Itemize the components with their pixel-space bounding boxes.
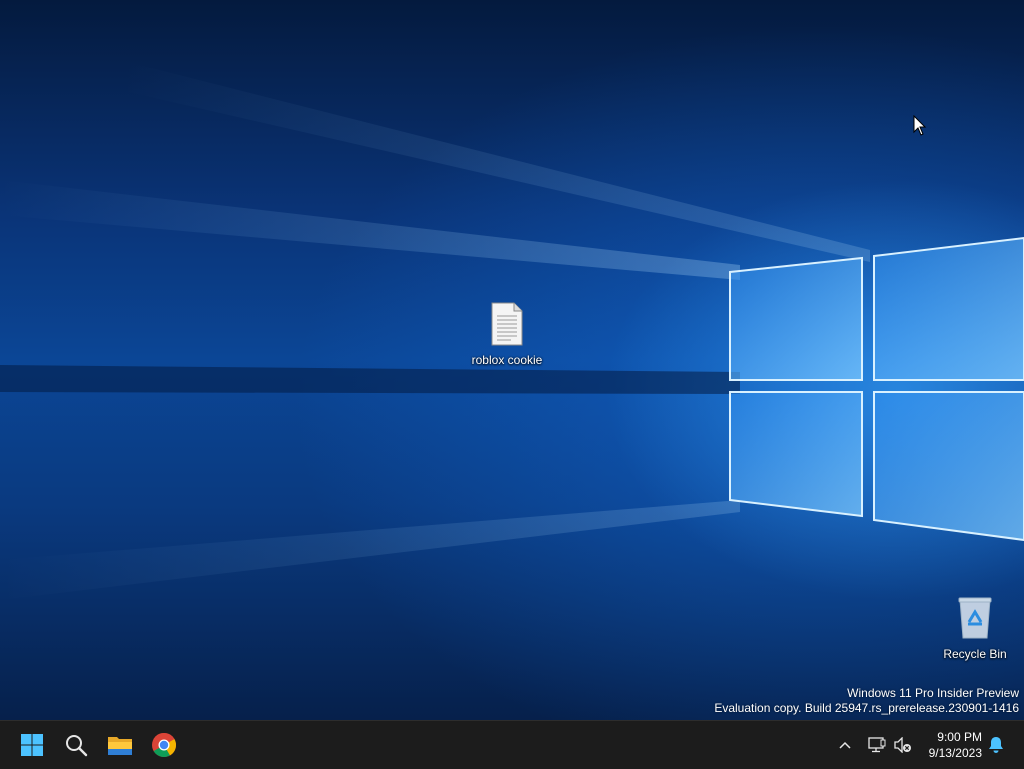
network-icon: [868, 737, 886, 753]
volume-button[interactable]: [892, 721, 914, 769]
clock[interactable]: 9:00 PM 9/13/2023: [929, 729, 982, 761]
desktop-icon-label: roblox cookie: [471, 353, 543, 367]
search-icon: [66, 735, 88, 757]
network-status-button[interactable]: [866, 721, 888, 769]
desktop-icon-label: Recycle Bin: [943, 647, 1007, 661]
volume-muted-icon: [894, 737, 911, 753]
text-document-icon: [465, 302, 549, 351]
notifications-button[interactable]: [985, 721, 1007, 769]
clock-date: 9/13/2023: [928, 746, 982, 760]
windows-logo-icon: [21, 734, 43, 756]
file-explorer-button[interactable]: [100, 725, 140, 765]
clock-time: 9:00 PM: [937, 730, 982, 744]
chrome-icon: [152, 732, 177, 758]
watermark-line-edition: Windows 11 Pro Insider Preview: [847, 686, 1019, 700]
chevron-up-icon: [839, 741, 851, 749]
mouse-pointer-icon: [913, 115, 927, 136]
search-button[interactable]: [56, 725, 96, 765]
desktop-icon-roblox-cookie[interactable]: roblox cookie: [465, 302, 549, 367]
folder-icon: [108, 737, 132, 755]
recycle-bin-icon: [933, 596, 1017, 645]
windows-evaluation-watermark: Windows 11 Pro Insider Preview Evaluatio…: [714, 686, 1019, 716]
desktop-icon-recycle-bin[interactable]: Recycle Bin: [933, 596, 1017, 661]
chrome-button[interactable]: [144, 725, 184, 765]
notification-bell-icon: [989, 737, 1003, 753]
start-button[interactable]: [12, 725, 52, 765]
taskbar: 9:00 PM 9/13/2023: [0, 720, 1024, 769]
desktop-background[interactable]: roblox cookie Recycle Bin Windows 11 Pro…: [0, 0, 1024, 720]
watermark-line-build: Evaluation copy. Build 25947.rs_prerelea…: [714, 701, 1019, 715]
show-hidden-icons-button[interactable]: [834, 721, 856, 769]
